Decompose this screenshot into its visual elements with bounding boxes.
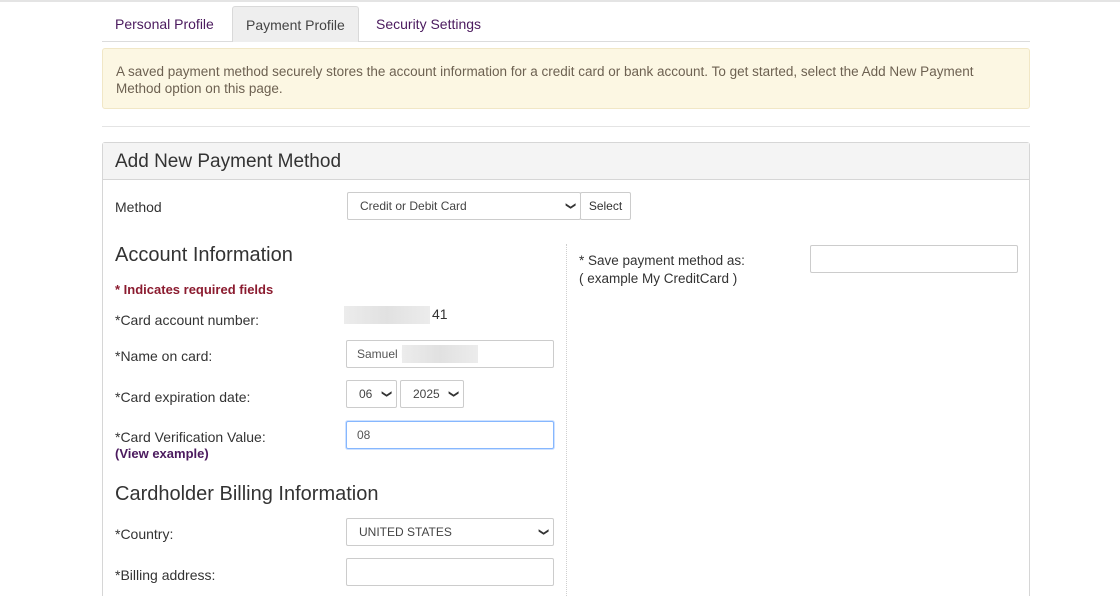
chevron-down-icon: ❯ [537, 527, 549, 537]
panel-title: Add New Payment Method [115, 151, 342, 172]
country-label: *Country: [115, 526, 174, 542]
tab-payment-profile[interactable]: Payment Profile [232, 6, 359, 42]
method-select[interactable]: Credit or Debit Card ❯ [347, 192, 581, 220]
tab-security-settings[interactable]: Security Settings [363, 6, 494, 42]
billing-info-heading: Cardholder Billing Information [115, 483, 379, 505]
billing-address-input[interactable] [346, 558, 554, 586]
account-info-heading: Account Information [115, 244, 293, 266]
select-button[interactable]: Select [580, 192, 631, 220]
country-select[interactable]: UNITED STATES ❯ [346, 518, 554, 546]
expiration-date-label: *Card expiration date: [115, 389, 251, 405]
section-divider [102, 126, 1030, 127]
required-note: * Indicates required fields [115, 282, 274, 297]
info-notice: A saved payment method securely stores t… [102, 48, 1030, 109]
column-divider [566, 244, 567, 596]
save-as-example: ( example My CreditCard ) [579, 271, 738, 286]
profile-tabs: Personal Profile Payment Profile Securit… [102, 6, 1030, 42]
expiry-month-select[interactable]: 06 ❯ [346, 380, 397, 408]
chevron-down-icon: ❯ [564, 201, 576, 211]
view-example-link[interactable]: (View example) [115, 446, 209, 461]
chevron-down-icon: ❯ [447, 389, 459, 399]
billing-address-label: *Billing address: [115, 567, 216, 583]
tab-personal-profile[interactable]: Personal Profile [102, 6, 227, 42]
expiry-month-value: 06 [359, 387, 373, 401]
redacted-name [402, 345, 478, 363]
chevron-down-icon: ❯ [380, 389, 392, 399]
save-as-label: * Save payment method as: [579, 253, 745, 268]
cvv-input[interactable]: 08 [346, 421, 554, 449]
cvv-value: 08 [357, 428, 371, 442]
expiry-year-select[interactable]: 2025 ❯ [400, 380, 464, 408]
save-as-input[interactable] [810, 245, 1018, 273]
expiry-year-value: 2025 [413, 387, 440, 401]
panel-header: Add New Payment Method [103, 143, 1029, 180]
cvv-label: *Card Verification Value: [115, 429, 266, 445]
top-border [0, 0, 1120, 2]
card-number-suffix: 41 [432, 306, 448, 322]
method-label: Method [115, 199, 162, 215]
name-on-card-label: *Name on card: [115, 348, 213, 364]
card-number-label: *Card account number: [115, 312, 259, 328]
method-select-value: Credit or Debit Card [360, 199, 467, 213]
redacted-card-number [344, 306, 430, 324]
country-value: UNITED STATES [359, 525, 452, 539]
